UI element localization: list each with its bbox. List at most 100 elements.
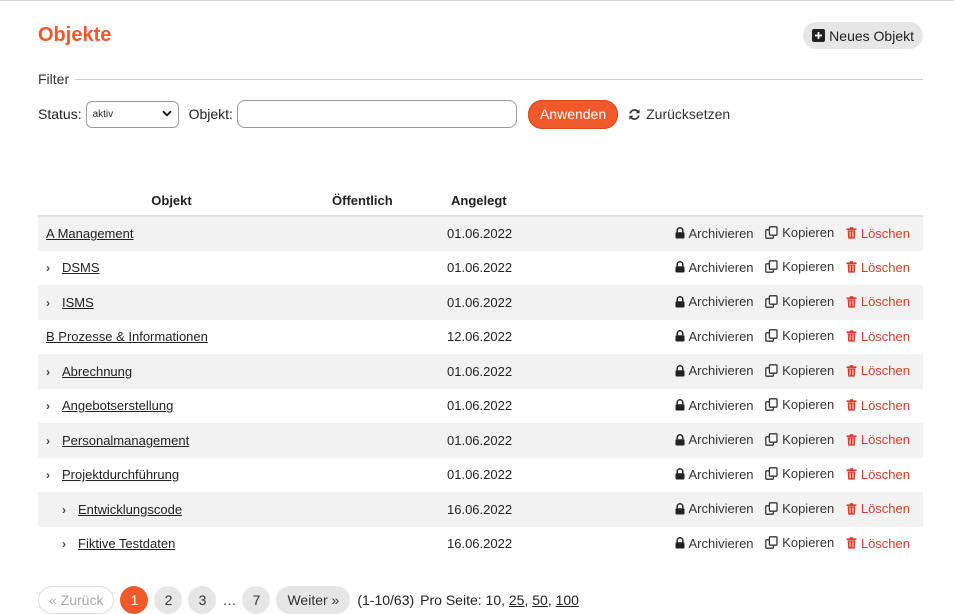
filter-divider xyxy=(75,79,923,80)
pagination-page-1[interactable]: 1 xyxy=(120,586,149,614)
archive-label: Archivieren xyxy=(688,328,754,344)
lock-icon xyxy=(675,295,685,308)
copy-action[interactable]: Kopieren xyxy=(765,535,834,550)
delete-label: Löschen xyxy=(860,397,910,413)
chevron-right-icon[interactable]: › xyxy=(46,399,62,413)
archive-label: Archivieren xyxy=(688,259,754,275)
apply-filter-button[interactable]: Anwenden xyxy=(527,99,619,129)
archive-action[interactable]: Archivieren xyxy=(675,432,754,447)
delete-action[interactable]: Löschen xyxy=(846,260,910,275)
delete-action[interactable]: Löschen xyxy=(846,536,910,551)
per-page-option-100[interactable]: 100 xyxy=(556,592,579,608)
copy-action[interactable]: Kopieren xyxy=(765,294,834,309)
delete-action[interactable]: Löschen xyxy=(846,226,910,241)
row-name-link[interactable]: Entwicklungscode xyxy=(78,502,182,517)
chevron-right-icon[interactable]: › xyxy=(62,537,78,551)
copy-label: Kopieren xyxy=(782,535,835,551)
copy-label: Kopieren xyxy=(782,397,835,413)
chevron-right-icon[interactable]: › xyxy=(46,261,62,275)
lock-icon xyxy=(675,502,685,515)
copy-action[interactable]: Kopieren xyxy=(765,259,834,274)
row-name-cell: › Angebotserstellung xyxy=(38,389,305,424)
archive-action[interactable]: Archivieren xyxy=(675,467,754,482)
copy-label: Kopieren xyxy=(782,328,835,344)
trash-icon xyxy=(846,537,857,549)
column-header-objekt[interactable]: Objekt xyxy=(38,186,305,217)
per-page-option-50[interactable]: 50 xyxy=(532,592,548,608)
row-name-link[interactable]: ISMS xyxy=(62,295,94,310)
archive-action[interactable]: Archivieren xyxy=(675,501,754,516)
delete-action[interactable]: Löschen xyxy=(846,398,910,413)
row-public-cell xyxy=(305,251,420,286)
row-name-cell: › Projektdurchführung xyxy=(38,458,305,493)
copy-action[interactable]: Kopieren xyxy=(765,501,834,516)
chevron-right-icon[interactable]: › xyxy=(62,503,78,517)
archive-action[interactable]: Archivieren xyxy=(675,226,754,241)
row-actions-cell: Archivieren Kopieren Löschen xyxy=(512,285,923,320)
pagination-page-last[interactable]: 7 xyxy=(242,586,271,614)
objekt-search-input[interactable] xyxy=(236,100,517,128)
chevron-right-icon[interactable]: › xyxy=(46,434,62,448)
archive-action[interactable]: Archivieren xyxy=(675,363,754,378)
archive-action[interactable]: Archivieren xyxy=(675,398,754,413)
archive-label: Archivieren xyxy=(688,225,754,241)
pagination-prev-button[interactable]: « Zurück xyxy=(38,586,115,614)
reset-filter-button[interactable]: Zurücksetzen xyxy=(628,106,730,122)
per-page-option-25[interactable]: 25 xyxy=(509,592,525,608)
archive-label: Archivieren xyxy=(688,294,754,310)
archive-action[interactable]: Archivieren xyxy=(675,260,754,275)
copy-action[interactable]: Kopieren xyxy=(765,225,834,240)
copy-action[interactable]: Kopieren xyxy=(765,363,834,378)
pagination-next-button[interactable]: Weiter » xyxy=(276,586,351,614)
archive-action[interactable]: Archivieren xyxy=(675,294,754,309)
page-title: Objekte xyxy=(38,24,112,46)
delete-action[interactable]: Löschen xyxy=(846,363,910,378)
copy-label: Kopieren xyxy=(782,466,835,482)
row-name-link[interactable]: Angebotserstellung xyxy=(62,398,173,413)
copy-action[interactable]: Kopieren xyxy=(765,328,834,343)
delete-action[interactable]: Löschen xyxy=(846,329,910,344)
pagination-page-2[interactable]: 2 xyxy=(154,586,183,614)
chevron-right-icon[interactable]: › xyxy=(46,468,62,482)
copy-action[interactable]: Kopieren xyxy=(765,466,834,481)
per-page-label: Pro Seite: xyxy=(420,592,482,608)
delete-label: Löschen xyxy=(860,466,910,482)
pagination-count: (1-10/63) xyxy=(357,592,415,608)
delete-label: Löschen xyxy=(860,501,910,517)
delete-action[interactable]: Löschen xyxy=(846,467,910,482)
row-name-link[interactable]: Projektdurchführung xyxy=(62,467,179,482)
lock-icon xyxy=(675,399,685,411)
row-name-link[interactable]: Fiktive Testdaten xyxy=(78,536,175,551)
row-name-link[interactable]: Personalmanagement xyxy=(62,433,189,448)
chevron-right-icon[interactable]: › xyxy=(46,296,62,310)
status-select[interactable]: aktiv xyxy=(85,100,179,128)
column-header-angelegt[interactable]: Angelegt xyxy=(420,186,513,217)
copy-action[interactable]: Kopieren xyxy=(765,432,834,447)
table-body: A Management 01.06.2022 Archivieren Kopi… xyxy=(38,216,923,561)
lock-icon xyxy=(675,468,685,480)
copy-action[interactable]: Kopieren xyxy=(765,397,834,412)
row-date-cell: 16.06.2022 xyxy=(447,536,513,552)
row-actions-cell: Archivieren Kopieren Löschen xyxy=(512,527,923,562)
archive-label: Archivieren xyxy=(688,466,754,482)
row-date-cell: 01.06.2022 xyxy=(447,260,513,276)
row-name-link[interactable]: A Management xyxy=(46,226,133,241)
chevron-right-icon[interactable]: › xyxy=(46,365,62,379)
delete-action[interactable]: Löschen xyxy=(846,501,910,516)
copy-icon xyxy=(765,294,778,308)
archive-action[interactable]: Archivieren xyxy=(675,536,754,551)
row-name-link[interactable]: DSMS xyxy=(62,260,100,275)
delete-action[interactable]: Löschen xyxy=(846,294,910,309)
copy-label: Kopieren xyxy=(782,500,835,516)
pagination-page-3[interactable]: 3 xyxy=(188,586,217,614)
new-object-button[interactable]: Neues Objekt xyxy=(803,22,923,49)
row-name-link[interactable]: B Prozesse & Informationen xyxy=(46,329,208,344)
column-header-oeffentlich[interactable]: Öffentlich xyxy=(305,186,420,217)
table-row: › Projektdurchführung 01.06.2022 Archivie… xyxy=(38,458,923,493)
refresh-icon xyxy=(628,108,641,121)
archive-action[interactable]: Archivieren xyxy=(675,329,754,344)
delete-action[interactable]: Löschen xyxy=(846,432,910,447)
row-public-cell xyxy=(305,389,420,424)
row-name-link[interactable]: Abrechnung xyxy=(62,364,132,379)
trash-icon xyxy=(846,261,857,273)
